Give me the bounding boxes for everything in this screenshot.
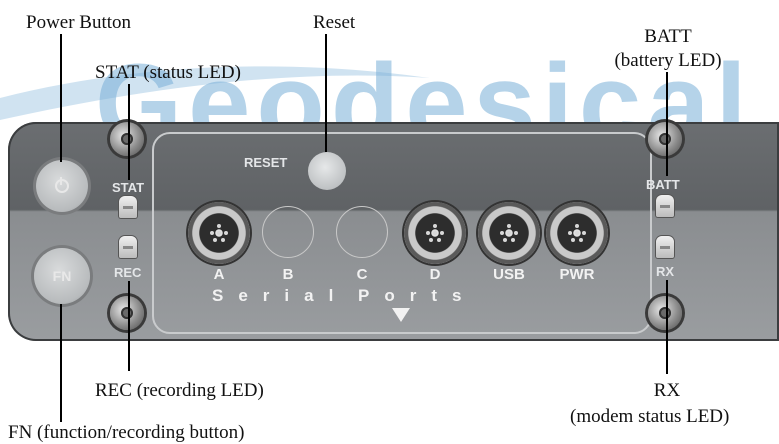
callout-power-button: Power Button <box>26 12 132 33</box>
screw-bottom-left <box>110 296 144 330</box>
port-a-connector[interactable] <box>188 202 250 264</box>
callout-rec: REC (recording LED) <box>95 380 264 401</box>
rec-led <box>119 236 137 258</box>
power-icon <box>55 177 69 193</box>
callout-rx-title: RX <box>653 380 681 401</box>
port-c-blank <box>336 206 388 258</box>
screw-bottom-right <box>648 296 682 330</box>
power-button[interactable] <box>36 160 88 212</box>
stat-label: STAT <box>112 180 145 195</box>
leader-reset <box>325 34 327 152</box>
callout-batt-title: BATT <box>644 26 692 47</box>
reset-button[interactable] <box>308 152 346 190</box>
leader-fn <box>60 304 62 422</box>
port-label-d: D <box>429 266 441 283</box>
leader-rec <box>128 281 130 371</box>
port-label-b: B <box>282 266 294 283</box>
port-b-blank <box>262 206 314 258</box>
callout-reset: Reset <box>313 12 356 33</box>
fn-button-label: FN <box>52 268 72 284</box>
stat-led <box>119 196 137 218</box>
port-label-pwr: PWR <box>559 266 595 283</box>
rx-label: RX <box>656 264 675 279</box>
rx-led <box>656 236 674 258</box>
leader-rx <box>666 280 668 374</box>
callout-fn: FN (function/recording button) <box>8 422 245 443</box>
arrow-down-icon <box>392 308 410 322</box>
port-label-c: C <box>356 266 368 283</box>
batt-led <box>656 195 674 217</box>
usb-connector[interactable] <box>478 202 540 264</box>
port-label-usb: USB <box>493 266 525 283</box>
callout-rx-desc: (modem status LED) <box>570 406 730 427</box>
screw-top-left <box>110 122 144 156</box>
callout-batt-desc: (battery LED) <box>614 50 722 71</box>
port-d-connector[interactable] <box>404 202 466 264</box>
leader-power <box>60 34 62 162</box>
ports-group-label: Ports <box>358 286 477 305</box>
batt-label: BATT <box>646 177 680 192</box>
leader-batt <box>666 72 668 176</box>
leader-stat <box>128 84 130 180</box>
fn-button[interactable]: FN <box>34 248 90 304</box>
serial-group-label: Serial <box>212 286 349 305</box>
reset-label: RESET <box>244 155 288 170</box>
pwr-connector[interactable] <box>546 202 608 264</box>
port-label-a: A <box>213 266 225 283</box>
screw-top-right <box>648 122 682 156</box>
rec-label: REC <box>114 265 142 280</box>
callout-stat: STAT (status LED) <box>95 62 241 83</box>
